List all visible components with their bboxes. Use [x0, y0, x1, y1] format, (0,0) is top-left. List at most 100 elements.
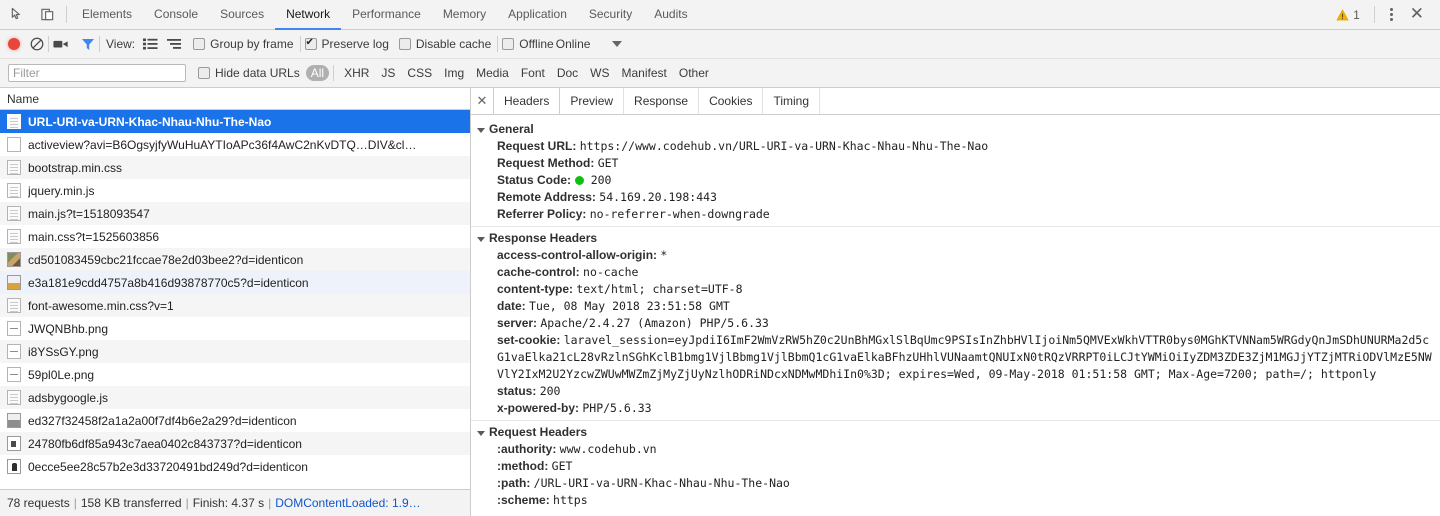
request-name: 0ecce5ee28c57b2e3d33720491bd249d?d=ident…: [28, 459, 308, 474]
tab-memory[interactable]: Memory: [432, 0, 497, 30]
close-icon[interactable]: ✕: [1404, 5, 1430, 24]
checkbox-box: [398, 38, 411, 50]
table-row[interactable]: i8YSsGY.png: [0, 340, 470, 363]
filter-input[interactable]: [8, 64, 186, 82]
request-name: i8YSsGY.png: [28, 344, 99, 359]
tab-preview[interactable]: Preview: [560, 88, 625, 114]
filter-type-font[interactable]: Font: [515, 65, 551, 81]
table-row[interactable]: e3a181e9cdd4757a8b416d93878770c5?d=ident…: [0, 271, 470, 294]
tab-response[interactable]: Response: [624, 88, 700, 114]
header-key: access-control-allow-origin:: [497, 248, 658, 262]
table-row[interactable]: activeview?avi=B6OgsyjfyWuHuAYTIoAPc36f4…: [0, 133, 470, 156]
filter-type-doc[interactable]: Doc: [551, 65, 584, 81]
headers-content: General Request URL: https://www.codehub…: [471, 115, 1440, 516]
disable-cache-checkbox[interactable]: Disable cache: [398, 37, 491, 51]
offline-checkbox[interactable]: Offline: [502, 37, 554, 51]
filter-type-css[interactable]: CSS: [401, 65, 438, 81]
request-rows: URL-URI-va-URN-Khac-Nhau-Nhu-The-Nao act…: [0, 110, 470, 489]
dom-content-loaded: DOMContentLoaded: 1.9…: [275, 496, 421, 510]
table-row[interactable]: jquery.min.js: [0, 179, 470, 202]
group-by-frame-label: Group by frame: [210, 37, 294, 51]
filter-type-js[interactable]: JS: [375, 65, 401, 81]
list-view-icon[interactable]: [141, 36, 159, 52]
table-row[interactable]: cd501083459cbc21fccae78e2d03bee2?d=ident…: [0, 248, 470, 271]
column-header-name[interactable]: Name: [0, 88, 470, 110]
filter-type-all[interactable]: All: [305, 65, 330, 81]
hide-data-urls-label: Hide data URLs: [215, 66, 300, 80]
filter-icon[interactable]: [81, 38, 95, 51]
tab-audits[interactable]: Audits: [643, 0, 698, 30]
capture-screenshots-icon[interactable]: [53, 38, 69, 50]
chevron-down-icon[interactable]: [612, 41, 623, 47]
close-icon[interactable]: ✕: [471, 88, 493, 114]
devtools-tab-bar: Elements Console Sources Network Perform…: [0, 0, 1440, 30]
devtools-window: Elements Console Sources Network Perform…: [0, 0, 1440, 516]
tab-security[interactable]: Security: [578, 0, 643, 30]
request-name: e3a181e9cdd4757a8b416d93878770c5?d=ident…: [28, 275, 309, 290]
table-row[interactable]: JWQNBhb.png: [0, 317, 470, 340]
table-row[interactable]: URL-URI-va-URN-Khac-Nhau-Nhu-The-Nao: [0, 110, 470, 133]
header-value: PHP/5.6.33: [582, 401, 652, 415]
table-row[interactable]: 24780fb6df85a943c7aea0402c843737?d=ident…: [0, 432, 470, 455]
request-name: URL-URI-va-URN-Khac-Nhau-Nhu-The-Nao: [28, 114, 272, 129]
blank-file-icon: [7, 137, 21, 152]
clear-button[interactable]: [30, 37, 44, 51]
table-row[interactable]: font-awesome.min.css?v=1: [0, 294, 470, 317]
record-button[interactable]: [8, 38, 20, 50]
filter-type-ws[interactable]: WS: [584, 65, 615, 81]
filter-type-xhr[interactable]: XHR: [338, 65, 375, 81]
tab-headers[interactable]: Headers: [493, 88, 561, 114]
header-value: no-cache: [583, 265, 639, 279]
table-row[interactable]: main.css?t=1525603856: [0, 225, 470, 248]
device-toolbar-icon[interactable]: [38, 6, 56, 24]
tab-network[interactable]: Network: [275, 0, 342, 30]
tab-timing[interactable]: Timing: [763, 88, 821, 114]
inspect-element-icon[interactable]: [8, 6, 26, 24]
document-file-icon: [7, 229, 21, 244]
filter-type-img[interactable]: Img: [438, 65, 470, 81]
hide-data-urls-checkbox[interactable]: Hide data URLs: [198, 66, 300, 80]
header-key: date:: [497, 299, 526, 313]
filter-type-manifest[interactable]: Manifest: [616, 65, 673, 81]
header-value: 200: [590, 173, 612, 187]
table-row[interactable]: 0ecce5ee28c57b2e3d33720491bd249d?d=ident…: [0, 455, 470, 478]
warning-indicator[interactable]: 1: [1328, 8, 1368, 22]
group-by-frame-checkbox[interactable]: Group by frame: [193, 37, 294, 51]
header-key: :method:: [497, 459, 549, 473]
tab-performance[interactable]: Performance: [341, 0, 432, 30]
table-row[interactable]: ed327f32458f2a1a2a00f7df4b6e2a29?d=ident…: [0, 409, 470, 432]
request-count: 78 requests: [7, 496, 70, 510]
filter-type-media[interactable]: Media: [470, 65, 515, 81]
table-row[interactable]: 59pl0Le.png: [0, 363, 470, 386]
document-file-icon: [7, 160, 21, 175]
waterfall-view-icon[interactable]: [165, 36, 183, 52]
header-key: Request URL:: [497, 139, 577, 153]
tab-cookies[interactable]: Cookies: [699, 88, 764, 114]
tab-elements[interactable]: Elements: [71, 0, 143, 30]
header-row: Status Code: 200: [471, 172, 1440, 189]
section-response-headers[interactable]: Response Headers: [471, 229, 1440, 247]
document-file-icon: [7, 390, 21, 405]
header-value: https: [553, 493, 588, 507]
image-file-icon: [7, 459, 21, 474]
image-file-icon: [7, 275, 21, 290]
triangle-down-icon: [477, 127, 485, 133]
tab-console[interactable]: Console: [143, 0, 209, 30]
header-row: :path: /URL-URI-va-URN-Khac-Nhau-Nhu-The…: [471, 475, 1440, 492]
separator: |: [268, 496, 272, 510]
tab-sources[interactable]: Sources: [209, 0, 275, 30]
table-row[interactable]: adsbygoogle.js: [0, 386, 470, 409]
section-general[interactable]: General: [471, 120, 1440, 138]
header-value: /URL-URI-va-URN-Khac-Nhau-Nhu-The-Nao: [533, 476, 790, 490]
tab-application[interactable]: Application: [497, 0, 578, 30]
preserve-log-checkbox[interactable]: Preserve log: [304, 37, 389, 51]
section-request-headers[interactable]: Request Headers: [471, 423, 1440, 441]
filter-type-other[interactable]: Other: [673, 65, 715, 81]
header-row: Request URL: https://www.codehub.vn/URL-…: [471, 138, 1440, 155]
network-main: Name URL-URI-va-URN-Khac-Nhau-Nhu-The-Na…: [0, 88, 1440, 516]
more-options-icon[interactable]: [1381, 8, 1402, 21]
table-row[interactable]: main.js?t=1518093547: [0, 202, 470, 225]
checkbox-box: [198, 67, 210, 79]
table-row[interactable]: bootstrap.min.css: [0, 156, 470, 179]
throttling-value[interactable]: Online: [556, 37, 591, 51]
